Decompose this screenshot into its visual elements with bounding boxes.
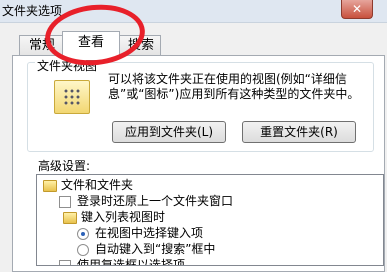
folder-icon xyxy=(63,212,77,224)
folder-view-icon xyxy=(54,80,90,114)
tree-item-label: 在视图中选择键入项 xyxy=(95,226,204,240)
reset-folders-button[interactable]: 重置文件夹(R) xyxy=(242,121,356,143)
tree-item-label: 自动键入到“搜索”框中 xyxy=(95,242,216,256)
folder-options-dialog: 文件夹选项 ✕ 常规 查看 搜索 文件夹视图 可以将该文件夹正在使用的视图(例如… xyxy=(0,0,387,272)
restore-windows-checkbox[interactable] xyxy=(59,196,71,208)
folder-views-description: 可以将该文件夹正在使用的视图(例如“详细信息”或“图标”)应用到所有这种类型的文… xyxy=(108,72,360,101)
advanced-settings-label: 高级设置: xyxy=(38,159,91,173)
tree-item-label: 文件和文件夹 xyxy=(61,178,134,192)
folder-icon xyxy=(43,180,57,192)
window-title: 文件夹选项 xyxy=(2,4,63,18)
apply-button-label: 应用到文件夹(L) xyxy=(124,125,214,139)
type-into-search-radio[interactable] xyxy=(77,244,89,256)
tree-item-label: 登录时还原上一个文件夹窗口 xyxy=(77,194,234,208)
tree-item-label: 使用复选框以选择项 xyxy=(77,258,186,266)
select-typed-radio[interactable] xyxy=(77,228,89,240)
use-checkboxes-checkbox[interactable] xyxy=(59,260,71,265)
apply-to-folders-button[interactable]: 应用到文件夹(L) xyxy=(112,121,226,143)
advanced-settings-tree[interactable]: 文件和文件夹 登录时还原上一个文件夹窗口 键入列表视图时 在视图中选择键入项 自… xyxy=(36,174,384,266)
close-icon: ✕ xyxy=(351,2,363,16)
close-button[interactable]: ✕ xyxy=(341,0,373,19)
tree-item-label: 键入列表视图时 xyxy=(81,210,166,224)
reset-button-label: 重置文件夹(R) xyxy=(260,125,338,139)
